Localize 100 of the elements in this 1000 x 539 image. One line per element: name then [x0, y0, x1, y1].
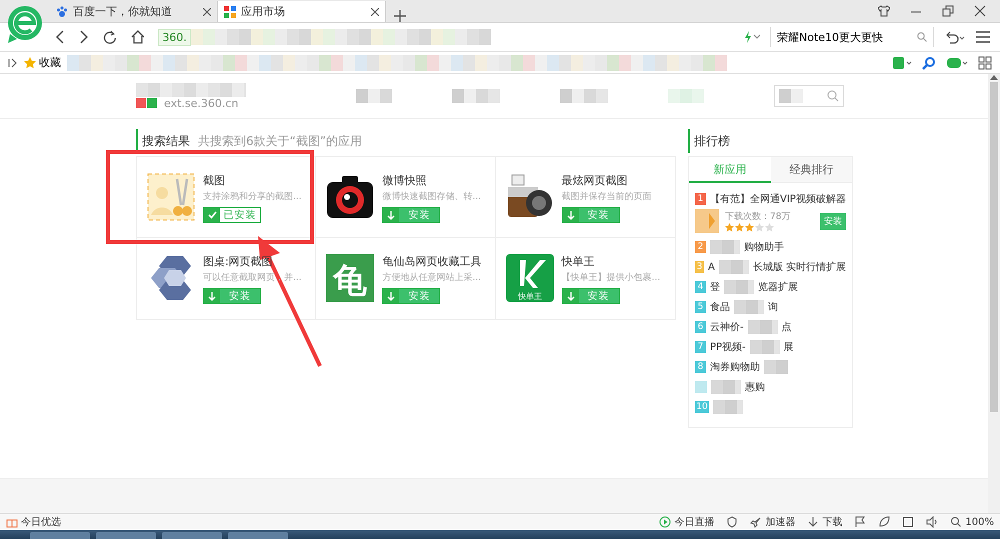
blurred-text — [764, 360, 788, 374]
reload-icon[interactable] — [102, 30, 117, 44]
tab-title: 应用市场 — [241, 4, 285, 19]
app-name[interactable]: 最炫网页截图 — [562, 173, 652, 188]
download-icon[interactable] — [807, 516, 820, 528]
app-name[interactable]: 快单王 — [562, 254, 660, 269]
rank-number: 2 — [695, 241, 706, 253]
gamepad-icon[interactable] — [946, 56, 968, 70]
app-name[interactable]: 展 — [784, 340, 794, 354]
puzzle-icon[interactable] — [892, 56, 912, 70]
back-icon[interactable] — [55, 30, 65, 44]
app-name[interactable]: 长城版 实时行情扩展 — [752, 260, 846, 274]
site-domain: ext.se.360.cn — [164, 96, 238, 110]
app-name[interactable]: 购物助手 — [744, 240, 784, 254]
section-title: 排行榜 — [688, 129, 853, 153]
app-icon — [695, 209, 719, 233]
download-icon — [387, 292, 396, 300]
rank-number: 4 — [695, 281, 706, 293]
app-logo: 快单王 — [506, 254, 554, 302]
shirt-icon[interactable] — [878, 5, 890, 17]
blurred-text — [668, 89, 704, 103]
close-icon[interactable] — [371, 8, 379, 16]
search-icon — [917, 32, 927, 42]
bookmark-link[interactable]: 收藏 — [24, 55, 61, 70]
app-name[interactable]: 览器扩展 — [758, 280, 798, 294]
tab-title: 百度一下，你就知道 — [73, 4, 172, 19]
rocket-icon[interactable] — [750, 516, 762, 528]
rank-number: 6 — [695, 321, 706, 333]
close-icon[interactable] — [203, 8, 211, 16]
grid-icon — [224, 6, 236, 18]
rank-number: 1 — [695, 193, 706, 205]
app-name[interactable]: 询 — [768, 300, 778, 314]
close-icon[interactable] — [974, 5, 986, 17]
app-name[interactable]: 截图 — [203, 173, 302, 188]
apps-icon[interactable] — [978, 56, 992, 70]
ranking-tab[interactable]: 经典排行 — [770, 157, 852, 183]
undo-icon[interactable] — [944, 30, 966, 44]
star-icon — [765, 223, 774, 232]
scrollbar[interactable] — [988, 74, 1000, 513]
browser-tab[interactable]: 应用市场 — [218, 1, 386, 22]
sidebar-toggle-icon[interactable] — [8, 58, 18, 68]
app-description: 方便地从任意网站上采... — [382, 272, 482, 284]
download-icon — [566, 210, 575, 220]
window-icon[interactable] — [902, 516, 914, 528]
flag-icon[interactable] — [854, 516, 866, 528]
star-icon — [735, 223, 744, 232]
app-name[interactable]: 惠购 — [745, 380, 765, 394]
rank-number: 3 — [695, 261, 704, 273]
lightning-icon[interactable] — [744, 31, 760, 43]
app-logo: 龟 — [326, 254, 374, 302]
blurred-text — [452, 89, 500, 103]
blurred-text — [750, 340, 780, 354]
app-name[interactable]: 【有范】全网通VIP视频破解器 — [710, 192, 846, 206]
site-logo[interactable] — [136, 98, 158, 108]
blurred-text — [356, 89, 392, 103]
app-name[interactable]: 龟仙岛网页收藏工具 — [382, 254, 482, 269]
blurred-text — [779, 89, 803, 103]
app-name[interactable]: 点 — [782, 320, 792, 334]
app-name[interactable]: 微博快照 — [382, 173, 481, 188]
shield-icon[interactable] — [726, 516, 738, 528]
new-tab-icon[interactable] — [394, 10, 406, 22]
address-field[interactable]: 360. — [158, 27, 730, 47]
download-icon — [566, 292, 575, 300]
status-button[interactable]: 今日直播 — [659, 515, 714, 529]
blurred-text — [724, 280, 754, 294]
download-icon — [387, 210, 396, 220]
search-field[interactable]: 荣耀Note10更大更快 — [770, 27, 934, 47]
app-name[interactable]: 淘券购物助 — [710, 360, 760, 374]
star-icon — [24, 56, 36, 68]
restore-icon[interactable] — [942, 5, 954, 17]
rank-number: 5 — [695, 301, 706, 313]
speaker-icon[interactable] — [926, 516, 938, 528]
camera-icon — [326, 173, 374, 221]
status-button[interactable]: 加速器 — [750, 515, 796, 529]
app-name[interactable]: 云神价- — [710, 320, 744, 334]
app-name[interactable]: PP视频- — [710, 340, 746, 354]
daily-picks-link[interactable]: 今日优选 — [6, 515, 61, 529]
leaf-icon[interactable] — [878, 516, 890, 528]
star-icon — [725, 223, 734, 232]
status-button[interactable]: 100% — [950, 516, 994, 528]
search-icon[interactable] — [950, 516, 962, 528]
home-icon[interactable] — [130, 30, 144, 44]
status-button[interactable]: 下载 — [807, 515, 842, 529]
blurred-text — [748, 320, 778, 334]
blurred-text — [560, 89, 608, 103]
star-icon — [745, 223, 754, 232]
app-description: 截图并保存当前的页面 — [562, 190, 652, 203]
menu-icon[interactable] — [976, 31, 990, 43]
forward-icon[interactable] — [78, 30, 89, 44]
search-icon[interactable] — [922, 56, 936, 70]
app-name[interactable]: 食品 — [710, 300, 730, 314]
blurred-text — [713, 400, 743, 414]
app-description: 支持涂鸦和分享的截图... — [203, 190, 302, 203]
blurred-text — [734, 300, 764, 314]
app-name[interactable]: 登 — [710, 280, 720, 294]
result-summary: 共搜索到6款关于“截图”的应用 — [198, 132, 362, 150]
rank-number: 10 — [695, 401, 709, 413]
blurred-text — [710, 240, 740, 254]
play-icon[interactable] — [659, 516, 672, 528]
app-name[interactable]: A — [708, 262, 715, 272]
